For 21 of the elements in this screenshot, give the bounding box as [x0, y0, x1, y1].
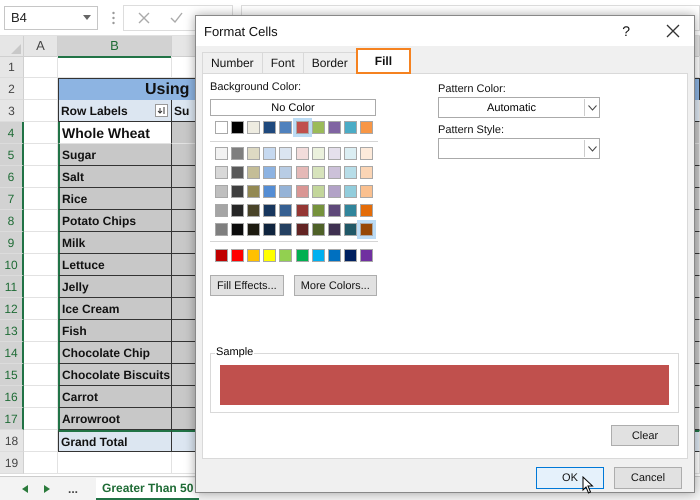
table-cell: Potato Chips	[58, 210, 172, 232]
table-cell: Grand Total	[58, 430, 172, 452]
label: Background Color:	[210, 81, 302, 93]
table-cell: Rice	[58, 188, 172, 210]
table-cell: Salt	[58, 166, 172, 188]
table-cell: Carrot	[58, 386, 172, 408]
table-cell: Milk	[58, 232, 172, 254]
table-cell: Sugar	[58, 144, 172, 166]
table-cell: Chocolate Biscuits	[58, 364, 172, 386]
table-cell: Jelly	[58, 276, 172, 298]
table-cell: Whole Wheat	[58, 122, 172, 144]
table-cell: Ice Cream	[58, 298, 172, 320]
table-cell: Chocolate Chip	[58, 342, 172, 364]
table-cell: Fish	[58, 320, 172, 342]
dialog-title: Format Cells	[204, 24, 279, 38]
table-cell: Arrowroot	[58, 408, 172, 430]
header-label: Row Labels	[61, 104, 128, 118]
label: Pattern Color:	[438, 83, 507, 95]
table-cell: Lettuce	[58, 254, 172, 276]
label: Sample	[215, 346, 254, 358]
label: Pattern Style:	[438, 124, 506, 136]
